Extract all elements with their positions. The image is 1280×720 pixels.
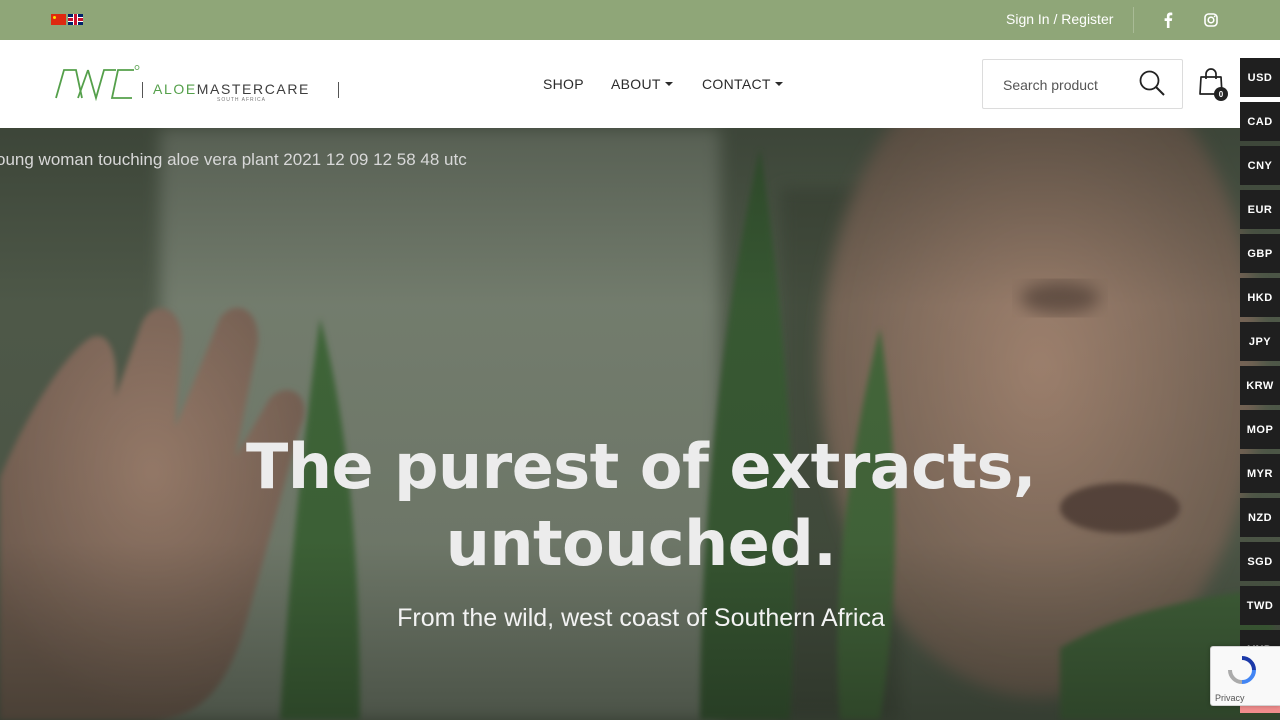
nav-contact[interactable]: CONTACT: [702, 76, 783, 92]
logo-divider: [142, 82, 143, 98]
logo-wordmark: ALOEMASTERCARE: [153, 81, 310, 97]
currency-mop-button[interactable]: MOP: [1240, 410, 1280, 449]
english-flag-icon[interactable]: [68, 14, 83, 25]
recaptcha-privacy-link[interactable]: Privacy: [1215, 693, 1245, 703]
top-bar: Sign In / Register: [0, 0, 1280, 40]
recaptcha-badge[interactable]: Privacy: [1210, 646, 1280, 706]
hero-image-alt-text: oung woman touching aloe vera plant 2021…: [0, 150, 467, 169]
facebook-icon[interactable]: [1158, 10, 1178, 30]
chinese-flag-icon[interactable]: [51, 14, 66, 25]
cart-count-badge: 0: [1214, 87, 1228, 101]
cart-button[interactable]: 0: [1197, 67, 1229, 101]
instagram-icon[interactable]: [1201, 10, 1221, 30]
currency-eur-button[interactable]: EUR: [1240, 190, 1280, 229]
currency-cad-button[interactable]: CAD: [1240, 102, 1280, 141]
site-header: ALOEMASTERCARE SOUTH AFRICA SHOP ABOUT C…: [0, 40, 1280, 128]
recaptcha-icon: [1228, 656, 1256, 684]
currency-twd-button[interactable]: TWD: [1240, 586, 1280, 625]
currency-gbp-button[interactable]: GBP: [1240, 234, 1280, 273]
caret-down-icon: [774, 82, 783, 86]
currency-jpy-button[interactable]: JPY: [1240, 322, 1280, 361]
hero-headline: The purest of extracts, untouched.: [246, 430, 1036, 580]
currency-hkd-button[interactable]: HKD: [1240, 278, 1280, 317]
caret-down-icon: [664, 82, 673, 86]
currency-usd-button[interactable]: USD: [1240, 58, 1280, 97]
search-icon[interactable]: [1137, 68, 1167, 98]
sign-in-register-link[interactable]: Sign In / Register: [1006, 11, 1113, 27]
divider: [1133, 7, 1134, 33]
nav-about[interactable]: ABOUT: [611, 76, 673, 92]
logo-divider: [338, 82, 339, 98]
currency-krw-button[interactable]: KRW: [1240, 366, 1280, 405]
currency-nzd-button[interactable]: NZD: [1240, 498, 1280, 537]
hero-subheadline: From the wild, west coast of Southern Af…: [397, 604, 885, 632]
currency-myr-button[interactable]: MYR: [1240, 454, 1280, 493]
hero-banner: oung woman touching aloe vera plant 2021…: [0, 128, 1280, 720]
logo-subtitle: SOUTH AFRICA: [217, 97, 266, 103]
nav-shop[interactable]: SHOP: [543, 76, 584, 92]
search-input[interactable]: [1003, 75, 1133, 95]
search-box: [982, 59, 1183, 109]
currency-sgd-button[interactable]: SGD: [1240, 542, 1280, 581]
currency-cny-button[interactable]: CNY: [1240, 146, 1280, 185]
